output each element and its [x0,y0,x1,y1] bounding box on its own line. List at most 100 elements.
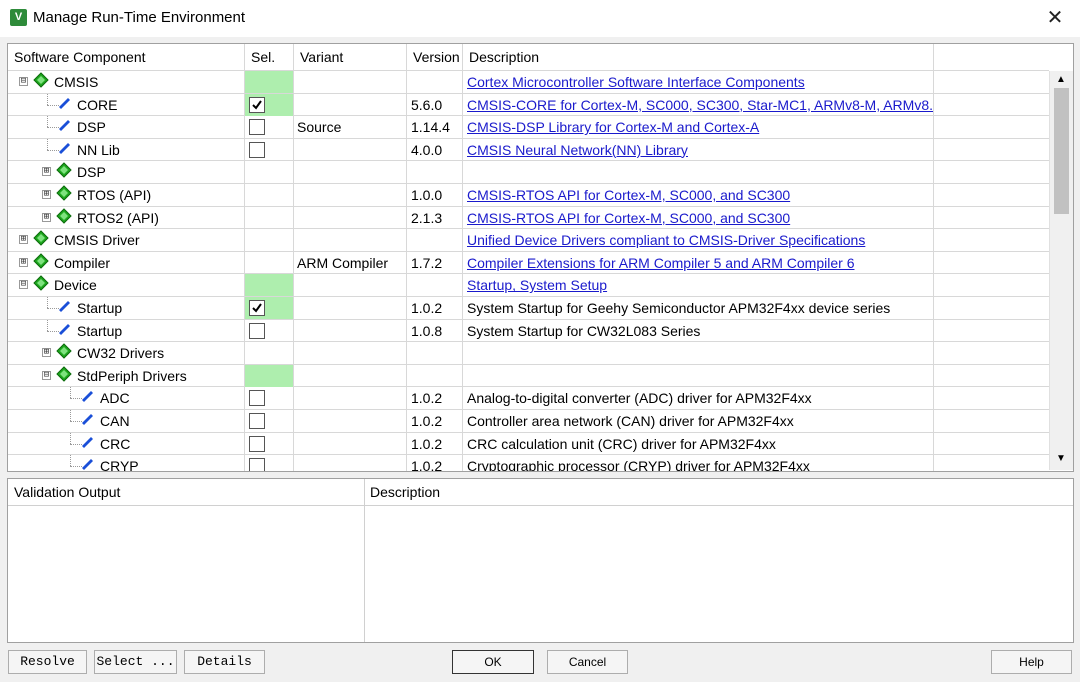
checkbox-unchecked[interactable] [249,458,265,471]
selection-cell[interactable] [245,319,294,342]
selection-cell[interactable] [245,364,294,387]
selection-cell[interactable] [245,342,294,365]
header-description[interactable]: Description [463,44,934,71]
resolve-button[interactable]: Resolve [8,650,87,674]
header-software-component[interactable]: Software Component [8,44,245,71]
selection-cell[interactable] [245,138,294,161]
tree-row[interactable]: CRC 1.0.2 CRC calculation unit (CRC) drive… [8,432,1049,456]
tree-row[interactable]: ⊞ RTOS (API) 1.0.0 CMSIS-RTOS API for Corte… [8,184,1049,207]
description-link[interactable]: CMSIS-CORE for Cortex-M, SC000, SC300, S… [467,97,933,113]
window-title: Manage Run-Time Environment [33,9,246,26]
cancel-button[interactable]: Cancel [547,650,628,674]
header-sel[interactable]: Sel. [245,44,294,71]
checkbox-unchecked[interactable] [249,322,265,339]
component-label: ADC [100,390,130,407]
component-name-cell: ⊞ RTOS (API) [8,184,245,206]
selection-cell[interactable] [245,184,294,206]
package-diamond-icon [33,275,49,292]
selection-cell[interactable] [245,93,294,116]
tree-row[interactable]: ⊞ CMSIS Driver Unified Device Drivers comp… [8,229,1049,252]
variant-cell[interactable]: Source [294,116,407,139]
tree-row[interactable]: ⊞ CW32 Drivers [8,342,1049,365]
ok-button[interactable]: OK [452,650,534,674]
description-link[interactable]: Compiler Extensions for ARM Compiler 5 a… [467,255,854,271]
expand-icon[interactable]: ⊞ [19,257,28,267]
details-button[interactable]: Details [184,650,265,674]
tree-row[interactable]: ⊟ CMSIS Cortex Microcontroller Software In… [8,71,1049,94]
scroll-up-icon[interactable]: ▲ [1054,73,1068,87]
tree-row[interactable]: ⊞ RTOS2 (API) 2.1.3 CMSIS-RTOS API for Cort… [8,206,1049,230]
description-cell: CRC calculation unit (CRC) driver for AP… [463,432,934,455]
description-link[interactable]: CMSIS-RTOS API for Cortex-M, SC000, and … [467,210,790,226]
selection-cell[interactable] [245,251,294,274]
tree-row[interactable]: ⊞ DSP [8,161,1049,184]
select-button[interactable]: Select ... [94,650,177,674]
checkbox-unchecked[interactable] [249,141,265,158]
collapse-icon[interactable]: ⊟ [19,77,28,86]
version-cell [407,364,463,387]
selection-cell[interactable] [245,297,294,319]
selection-cell[interactable] [245,116,294,139]
expand-icon[interactable]: ⊞ [19,235,28,245]
checkbox-unchecked[interactable] [249,390,265,407]
tree-row[interactable]: Startup 1.0.2 System Startup for Geehy Sem… [8,297,1049,320]
variant-cell [294,387,407,410]
version-cell: 1.0.2 [407,410,463,432]
tree-row[interactable]: Startup 1.0.8 System Startup for CW32L083 … [8,319,1049,343]
checkbox-unchecked[interactable] [249,119,265,136]
tree-row[interactable]: DSP Source 1.14.4 CMSIS-DSP Library for Cor… [8,116,1049,139]
check-icon [252,303,262,313]
tree-scrollbar[interactable]: ▲ ▼ [1049,71,1073,470]
description-link[interactable]: CMSIS-RTOS API for Cortex-M, SC000, and … [467,187,790,203]
component-label: CMSIS Driver [54,232,140,249]
description-link[interactable]: CMSIS-DSP Library for Cortex-M and Corte… [467,119,759,135]
help-button[interactable]: Help [991,650,1072,674]
tree-row[interactable]: NN Lib 4.0.0 CMSIS Neural Network(NN) Libr… [8,138,1049,162]
variant-cell[interactable]: ARM Compiler [294,251,407,274]
expand-icon[interactable]: ⊞ [42,212,51,222]
package-diamond-icon [56,162,72,179]
checkbox-unchecked[interactable] [249,435,265,452]
validation-output-list[interactable]: Validation Output [8,479,365,642]
selection-cell[interactable] [245,274,294,297]
selection-cell[interactable] [245,161,294,184]
component-name-cell: NN Lib [8,138,245,161]
selection-cell[interactable] [245,455,294,471]
collapse-icon[interactable]: ⊟ [42,370,51,380]
tree-row[interactable]: ⊟ Device Startup, System Setup [8,274,1049,297]
description-text: Analog-to-digital converter (ADC) driver… [467,390,812,407]
checkbox-unchecked[interactable] [249,413,265,429]
description-link[interactable]: CMSIS Neural Network(NN) Library [467,142,688,158]
component-pin-icon [82,390,94,403]
selection-cell[interactable] [245,206,294,229]
expand-icon[interactable]: ⊞ [42,348,51,358]
description-link[interactable]: Unified Device Drivers compliant to CMSI… [467,232,865,248]
scroll-down-icon[interactable]: ▼ [1054,452,1068,466]
tree-connector [70,432,71,444]
tree-row[interactable]: CRYP 1.0.2 Cryptographic processor (CRYP) … [8,455,1049,471]
selection-cell[interactable] [245,432,294,455]
selection-cell[interactable] [245,410,294,432]
expand-icon[interactable]: ⊞ [42,190,51,199]
header-variant[interactable]: Variant [294,44,407,71]
scroll-thumb[interactable] [1054,88,1069,214]
selection-cell[interactable] [245,229,294,252]
description-cell: CMSIS-RTOS API for Cortex-M, SC000, and … [463,206,934,229]
description-link[interactable]: Cortex Microcontroller Software Interfac… [467,74,805,90]
expand-icon[interactable]: ⊞ [42,167,51,177]
tree-row[interactable]: ADC 1.0.2 Analog-to-digital converter (ADC… [8,387,1049,410]
tree-row[interactable]: CORE 5.6.0 CMSIS-CORE for Cortex-M, SC000,… [8,93,1049,117]
header-version[interactable]: Version [407,44,463,71]
selection-cell[interactable] [245,71,294,93]
collapse-icon[interactable]: ⊟ [19,280,28,290]
description-link[interactable]: Startup, System Setup [467,277,607,293]
selection-cell[interactable] [245,387,294,410]
component-name-cell: ⊟ Device [8,274,245,297]
tree-row[interactable]: ⊟ StdPeriph Drivers [8,364,1049,388]
close-icon[interactable]: ✕ [1042,5,1068,31]
checkbox-checked[interactable] [249,300,265,316]
row-spacer [934,342,1049,364]
tree-row[interactable]: CAN 1.0.2 Controller area network (CAN) dr… [8,410,1049,433]
tree-row[interactable]: ⊞ Compiler ARM Compiler 1.7.2 Compiler Exten… [8,251,1049,275]
checkbox-checked[interactable] [249,96,265,113]
